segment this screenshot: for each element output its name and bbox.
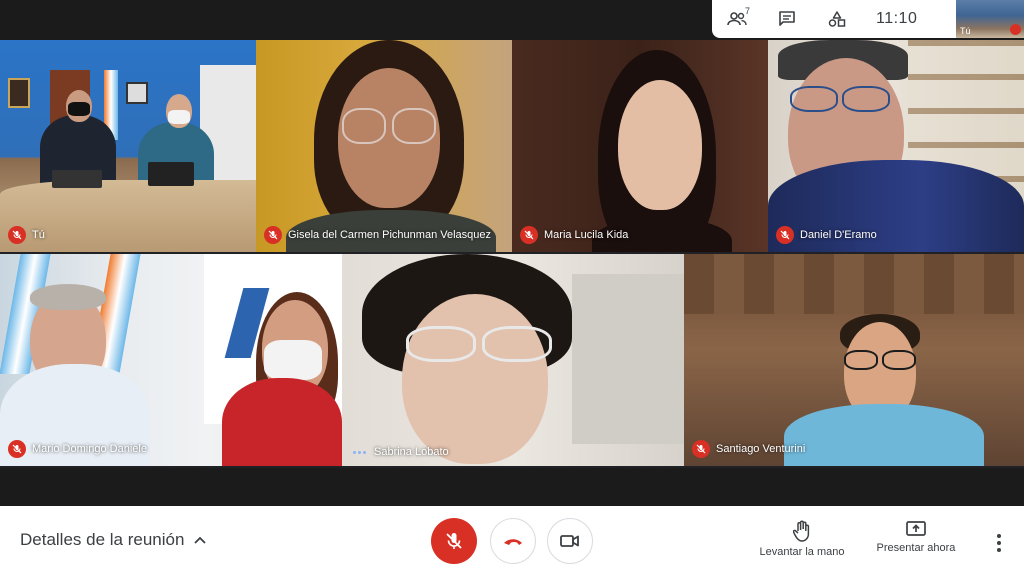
participants-count: 7 [744, 6, 750, 16]
raise-hand-icon [793, 520, 810, 542]
chat-icon [779, 11, 795, 26]
present-now-label: Presentar ahora [876, 542, 956, 554]
mic-off-icon [1010, 24, 1021, 35]
mic-off-icon [8, 226, 26, 244]
self-thumbnail-label: Tú [960, 26, 971, 36]
mic-off-icon [692, 440, 710, 458]
participant-name-tag: Mario Domingo Daniele [8, 440, 147, 458]
participant-name-tag: Tú [8, 226, 45, 244]
speaking-indicator-icon [350, 450, 368, 454]
participant-name-tag: Daniel D'Eramo [776, 226, 877, 244]
participant-name: Gisela del Carmen Pichunman Velasquez [288, 229, 492, 241]
participant-video [0, 254, 342, 466]
video-tile-santiago[interactable]: Santiago Venturini [684, 254, 1024, 466]
leave-call-button[interactable] [490, 518, 536, 564]
mic-off-icon [446, 533, 462, 549]
camera-toggle-button[interactable] [547, 518, 593, 564]
self-thumbnail[interactable]: Tú [956, 0, 1024, 38]
hang-up-icon [504, 539, 522, 545]
chat-button[interactable] [762, 0, 812, 38]
participant-video [512, 40, 768, 252]
clock: 11:10 [876, 10, 918, 27]
camera-icon [560, 535, 579, 547]
participant-video [342, 254, 684, 466]
meeting-details-label: Detalles de la reunión [20, 530, 185, 549]
mic-off-icon [8, 440, 26, 458]
more-vert-icon [997, 534, 1001, 552]
more-options-button[interactable] [990, 530, 1008, 554]
office-scene [0, 40, 256, 252]
mic-off-icon [520, 226, 538, 244]
activities-icon [828, 11, 846, 27]
participant-name: Daniel D'Eramo [800, 229, 877, 241]
participant-name: Santiago Venturini [716, 443, 806, 455]
participant-name: Tú [32, 229, 45, 241]
present-screen-icon [906, 521, 926, 536]
mic-off-icon [264, 226, 282, 244]
meeting-details-button[interactable]: Detalles de la reunión [20, 530, 207, 550]
video-tile-maria[interactable]: Maria Lucila Kida [512, 40, 768, 252]
participant-name: Mario Domingo Daniele [32, 443, 147, 455]
video-tile-sabrina[interactable]: Sabrina Lobato [342, 254, 684, 466]
raise-hand-button[interactable]: Levantar la mano [756, 520, 848, 558]
divider-band [0, 468, 1024, 506]
participant-name: Sabrina Lobato [374, 446, 449, 458]
participant-name: Maria Lucila Kida [544, 229, 629, 241]
participant-video [256, 40, 512, 252]
raise-hand-label: Levantar la mano [759, 546, 845, 558]
participant-video [684, 254, 1024, 466]
present-now-button[interactable]: Presentar ahora [874, 520, 958, 554]
video-tile-gisela[interactable]: Gisela del Carmen Pichunman Velasquez [256, 40, 512, 252]
video-tile-mario[interactable]: Mario Domingo Daniele [0, 254, 342, 466]
activities-button[interactable] [812, 0, 862, 38]
people-button[interactable]: 7 [712, 0, 762, 38]
bottom-control-bar: Detalles de la reunión Levantar la mano … [0, 506, 1024, 576]
participant-name-tag: Gisela del Carmen Pichunman Velasquez [264, 226, 491, 244]
participant-name-tag: Sabrina Lobato [350, 446, 449, 458]
chevron-up-icon [194, 536, 207, 544]
participant-name-tag: Maria Lucila Kida [520, 226, 628, 244]
video-tile-daniel[interactable]: Daniel D'Eramo [768, 40, 1024, 252]
participant-name-tag: Santiago Venturini [692, 440, 805, 458]
top-controls: 7 11:10 [712, 0, 956, 38]
participant-video [768, 40, 1024, 252]
microphone-toggle-button[interactable] [431, 518, 477, 564]
video-tile-self[interactable]: Tú [0, 40, 256, 252]
mic-off-icon [776, 226, 794, 244]
